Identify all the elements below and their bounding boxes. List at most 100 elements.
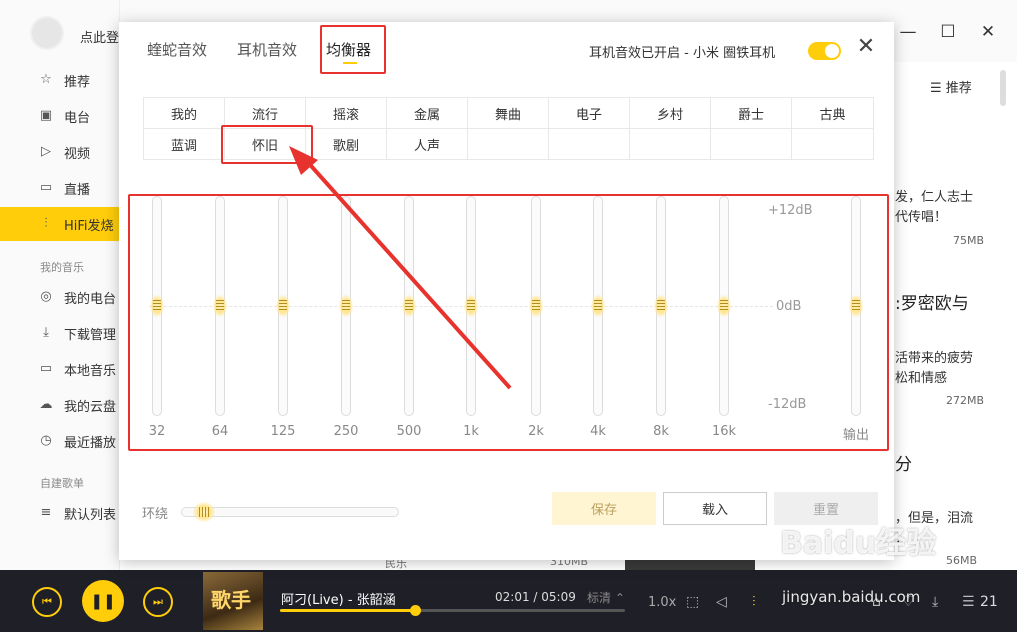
sidebar-item-recent[interactable]: ◷ 最近播放	[0, 424, 120, 458]
preset-rock[interactable]: 摇滚	[306, 98, 387, 129]
chevron-up-icon: ⌃	[611, 591, 625, 605]
eq-band-2k-label: 2k	[528, 424, 544, 439]
sidebar-item-local-music[interactable]: ▭ 本地音乐	[0, 352, 120, 386]
previous-icon: ⏮	[42, 595, 52, 608]
sidebar-item-live[interactable]: ▭ 直播	[0, 171, 120, 205]
eq-band-250-knob[interactable]	[339, 295, 353, 317]
eq-band-125-label: 125	[270, 424, 296, 439]
minimize-button[interactable]: —	[899, 22, 917, 42]
next-icon: ⏭	[153, 595, 163, 608]
maximize-button[interactable]: ☐	[939, 22, 957, 42]
sidebar-item-label: 视频	[64, 146, 91, 162]
section-my-music: 我的音乐	[40, 261, 84, 274]
sidebar-item-recommend[interactable]: ☆ 推荐	[0, 63, 120, 97]
monitor-icon: ▭	[39, 361, 53, 376]
volume-icon[interactable]: ◁	[716, 594, 727, 610]
sidebar-item-label: 默认列表	[64, 507, 117, 523]
eq-band-500-knob[interactable]	[402, 295, 416, 317]
previous-button[interactable]: ⏮	[32, 587, 62, 617]
quality-label: 标清	[587, 591, 612, 605]
eq-band-8k-label: 8k	[653, 424, 669, 439]
sidebar-item-label: 推荐	[64, 74, 91, 90]
song-time: 02:01 / 05:09	[495, 590, 576, 604]
tab-viper-effects[interactable]: 蝰蛇音效	[147, 39, 207, 60]
sidebar-item-label: 直播	[64, 182, 91, 198]
scrollbar[interactable]	[1000, 70, 1006, 106]
avatar[interactable]	[30, 16, 64, 50]
eq-band-32-knob[interactable]	[150, 295, 164, 317]
playlist-icon[interactable]: ☰	[962, 594, 975, 610]
album-art[interactable]: 歌手	[203, 572, 263, 630]
headphone-status: 耳机音效已开启 - 小米 圈铁耳机	[589, 46, 776, 61]
sidebar-item-hifi[interactable]: ⫶ HiFi发烧	[0, 207, 120, 241]
recommend-sort-button[interactable]: ☰ 推荐	[930, 77, 972, 96]
eq-output-knob[interactable]	[849, 295, 863, 317]
clock-icon: ◷	[40, 433, 52, 448]
sidebar-item-download[interactable]: ⤓ 下载管理	[0, 316, 120, 350]
preset-blues[interactable]: 蓝调	[144, 129, 225, 160]
loop-icon[interactable]: ⬚	[686, 594, 699, 610]
watermark-logo: Baidu经验	[780, 526, 937, 561]
list-icon: ≡	[40, 505, 52, 520]
sidebar-item-label: HiFi发烧	[64, 218, 114, 234]
preset-opera[interactable]: 歌剧	[306, 129, 387, 160]
preset-empty	[549, 129, 630, 160]
surround-slider-knob[interactable]	[193, 502, 215, 522]
song-title[interactable]: 阿刁(Live) - 张韶涵	[281, 589, 396, 608]
download-song-icon[interactable]: ⤓	[932, 594, 938, 610]
preset-dance[interactable]: 舞曲	[468, 98, 549, 129]
pause-button[interactable]: ❚❚	[82, 580, 124, 622]
surround-label: 环绕	[142, 507, 169, 522]
preset-mine[interactable]: 我的	[144, 98, 225, 129]
login-link[interactable]: 点此登	[80, 27, 119, 46]
preset-empty	[468, 129, 549, 160]
section-playlists: 自建歌单	[40, 477, 84, 490]
tab-headphone-effects[interactable]: 耳机音效	[237, 39, 297, 60]
sidebar-item-my-radio[interactable]: ◎ 我的电台	[0, 280, 120, 314]
sidebar-item-label: 最近播放	[64, 435, 117, 451]
preset-country[interactable]: 乡村	[630, 98, 711, 129]
podcast-icon: ◎	[40, 289, 52, 304]
eq-band-16k-knob[interactable]	[717, 295, 731, 317]
annotation-box-preset	[221, 125, 313, 164]
eq-band-250-label: 250	[333, 424, 359, 439]
zero-db-line	[149, 306, 773, 307]
close-dialog-button[interactable]: ✕	[856, 36, 876, 58]
sort-icon: ☰	[930, 81, 946, 96]
next-button[interactable]: ⏭	[143, 587, 173, 617]
close-window-button[interactable]: ✕	[979, 22, 997, 42]
equalizer-icon[interactable]: ⫶	[752, 594, 756, 610]
watermark-url: jingyan.baidu.com	[782, 588, 921, 606]
eq-band-8k-knob[interactable]	[654, 295, 668, 317]
progress-bar[interactable]	[280, 605, 625, 616]
preset-electronic[interactable]: 电子	[549, 98, 630, 129]
window-controls: — ☐ ✕	[899, 22, 997, 42]
eq-band-4k-knob[interactable]	[591, 295, 605, 317]
progress-knob[interactable]	[409, 605, 421, 616]
hifi-icon: ⫶	[44, 216, 48, 231]
quality-selector[interactable]: 标清 ⌃	[587, 589, 625, 606]
sidebar-item-video[interactable]: ▷ 视频	[0, 135, 120, 169]
star-icon: ☆	[40, 72, 52, 87]
bg-size: 75MB	[953, 234, 985, 247]
save-button[interactable]: 保存	[552, 492, 656, 525]
eq-band-64-knob[interactable]	[213, 295, 227, 317]
eq-band-125-knob[interactable]	[276, 295, 290, 317]
eq-band-1k-knob[interactable]	[464, 295, 478, 317]
radio-icon: ▣	[39, 108, 53, 123]
bg-size: 56MB	[946, 554, 978, 567]
speed-button[interactable]: 1.0x	[648, 595, 676, 610]
preset-vocal[interactable]: 人声	[387, 129, 468, 160]
preset-metal[interactable]: 金属	[387, 98, 468, 129]
sidebar-item-cloud[interactable]: ☁ 我的云盘	[0, 388, 120, 422]
sidebar-item-default-list[interactable]: ≡ 默认列表	[0, 496, 120, 530]
eq-band-2k-knob[interactable]	[529, 295, 543, 317]
sidebar-item-radio[interactable]: ▣ 电台	[0, 99, 120, 133]
preset-empty	[630, 129, 711, 160]
load-button[interactable]: 载入	[663, 492, 767, 525]
preset-classical[interactable]: 古典	[792, 98, 874, 129]
eq-band-64-label: 64	[211, 424, 229, 439]
preset-jazz[interactable]: 爵士	[711, 98, 792, 129]
effects-toggle[interactable]	[808, 42, 841, 60]
db-label-top: +12dB	[768, 203, 813, 218]
